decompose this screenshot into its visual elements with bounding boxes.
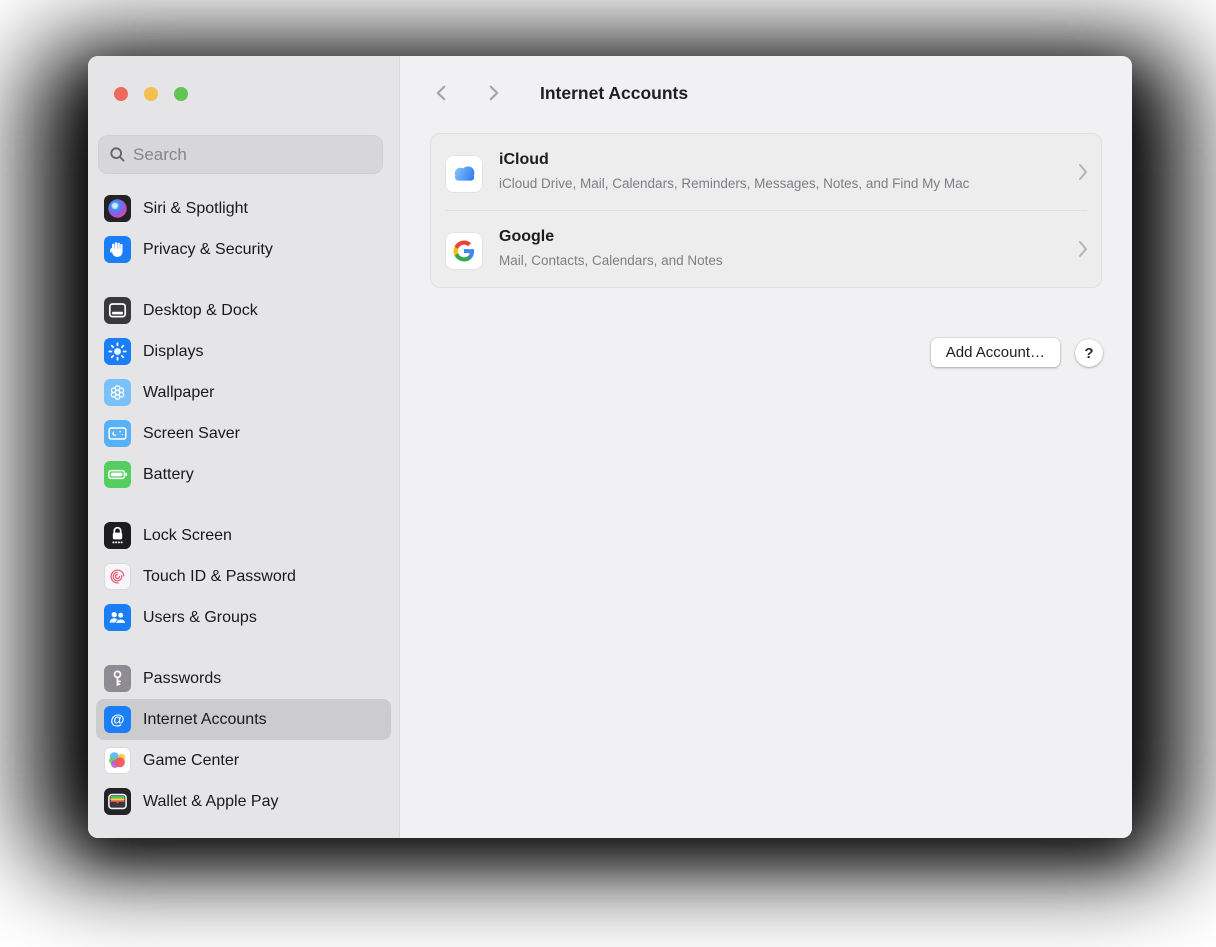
- lock-screen-icon: [104, 522, 131, 549]
- sidebar-item-desktop-dock[interactable]: Desktop & Dock: [96, 290, 391, 331]
- search-field[interactable]: [98, 135, 383, 174]
- sidebar-group-4: Passwords @ Internet Accounts Game Cente…: [96, 658, 391, 822]
- sidebar-item-screen-saver[interactable]: Screen Saver: [96, 413, 391, 454]
- sidebar-group-3: Lock Screen Touch ID & Password Users & …: [96, 515, 391, 638]
- account-description: Mail, Contacts, Calendars, and Notes: [499, 253, 723, 268]
- chevron-right-icon: [1079, 164, 1087, 180]
- close-button[interactable]: [114, 87, 128, 101]
- chevron-right-icon: [489, 85, 499, 101]
- help-button[interactable]: ?: [1075, 339, 1103, 367]
- sidebar-item-label: Users & Groups: [143, 608, 257, 626]
- sidebar-item-passwords[interactable]: Passwords: [96, 658, 391, 699]
- sidebar-item-label: Battery: [143, 465, 194, 483]
- sidebar-item-privacy-security[interactable]: Privacy & Security: [96, 229, 391, 270]
- account-name: iCloud: [499, 151, 549, 168]
- sidebar-group-2: Desktop & Dock Displays Wallpaper Screen…: [96, 290, 391, 495]
- account-row-google[interactable]: Google Mail, Contacts, Calendars, and No…: [431, 211, 1101, 287]
- sidebar-item-label: Siri & Spotlight: [143, 199, 248, 217]
- add-account-button[interactable]: Add Account…: [930, 338, 1060, 367]
- chevron-right-icon: [1079, 241, 1087, 257]
- forward-button[interactable]: [483, 83, 503, 103]
- sidebar-item-wallet-apple-pay[interactable]: Wallet & Apple Pay: [96, 781, 391, 822]
- sidebar-item-users-groups[interactable]: Users & Groups: [96, 597, 391, 638]
- zoom-button[interactable]: [174, 87, 188, 101]
- back-button[interactable]: [432, 83, 452, 103]
- screen-saver-icon: [104, 420, 131, 447]
- account-text: iCloud iCloud Drive, Mail, Calendars, Re…: [499, 150, 1087, 194]
- google-icon: [445, 232, 483, 270]
- icloud-icon: [445, 155, 483, 193]
- traffic-lights: [114, 87, 399, 101]
- sidebar-item-label: Game Center: [143, 751, 240, 769]
- account-name: Google: [499, 228, 555, 245]
- sidebar-item-label: Desktop & Dock: [143, 301, 258, 319]
- minimize-button[interactable]: [144, 87, 158, 101]
- sidebar-item-displays[interactable]: Displays: [96, 331, 391, 372]
- sidebar-item-label: Privacy & Security: [143, 240, 273, 258]
- settings-sidebar: Siri & Spotlight: [88, 56, 400, 838]
- privacy-security-icon: [104, 236, 131, 263]
- sidebar-item-label: Displays: [143, 342, 204, 360]
- svg-text:@: @: [110, 712, 124, 728]
- system-settings-window: Siri & Spotlight: [88, 56, 1132, 838]
- internet-accounts-pane: Internet Accounts iCloud iCloud Drive, M…: [400, 56, 1132, 838]
- game-center-icon: [104, 747, 131, 774]
- sidebar-item-label: Touch ID & Password: [143, 567, 296, 585]
- account-text: Google Mail, Contacts, Calendars, and No…: [499, 227, 1087, 271]
- chevron-left-icon: [436, 85, 446, 101]
- sidebar-item-label: Internet Accounts: [143, 710, 267, 728]
- search-icon: [110, 147, 125, 162]
- sidebar-item-label: Wallpaper: [143, 383, 215, 401]
- pane-header: Internet Accounts: [400, 56, 1132, 130]
- siri-spotlight-icon: [104, 195, 131, 222]
- sidebar-item-wallpaper[interactable]: Wallpaper: [96, 372, 391, 413]
- wallet-apple-pay-icon: [104, 788, 131, 815]
- sidebar-group-1: Siri & Spotlight Privacy & Security: [96, 188, 391, 270]
- search-input[interactable]: [133, 144, 372, 165]
- desktop-background: Siri & Spotlight: [0, 0, 1216, 947]
- sidebar-item-label: Wallet & Apple Pay: [143, 792, 279, 810]
- sidebar-item-label: Screen Saver: [143, 424, 240, 442]
- sidebar-item-internet-accounts[interactable]: @ Internet Accounts: [96, 699, 391, 740]
- internet-accounts-icon: @: [104, 706, 131, 733]
- passwords-icon: [104, 665, 131, 692]
- page-title: Internet Accounts: [540, 82, 689, 103]
- sidebar-item-lock-screen[interactable]: Lock Screen: [96, 515, 391, 556]
- accounts-list: iCloud iCloud Drive, Mail, Calendars, Re…: [430, 133, 1102, 288]
- sidebar-item-touch-id[interactable]: Touch ID & Password: [96, 556, 391, 597]
- account-description: iCloud Drive, Mail, Calendars, Reminders…: [499, 176, 970, 191]
- displays-icon: [104, 338, 131, 365]
- desktop-dock-icon: [104, 297, 131, 324]
- sidebar-item-game-center[interactable]: Game Center: [96, 740, 391, 781]
- battery-icon: [104, 461, 131, 488]
- sidebar-item-label: Passwords: [143, 669, 222, 687]
- touch-id-icon: [104, 563, 131, 590]
- wallpaper-icon: [104, 379, 131, 406]
- sidebar-nav: Siri & Spotlight Privacy & Security Desk…: [88, 188, 399, 822]
- sidebar-item-label: Lock Screen: [143, 526, 232, 544]
- sidebar-item-battery[interactable]: Battery: [96, 454, 391, 495]
- sidebar-item-siri-spotlight[interactable]: Siri & Spotlight: [96, 188, 391, 229]
- account-row-icloud[interactable]: iCloud iCloud Drive, Mail, Calendars, Re…: [431, 134, 1101, 210]
- users-groups-icon: [104, 604, 131, 631]
